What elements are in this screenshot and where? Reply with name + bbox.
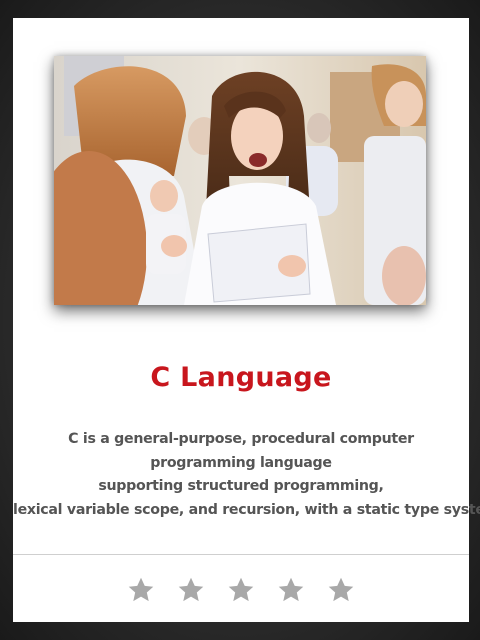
card-divider	[13, 554, 469, 555]
star-icon[interactable]	[277, 576, 305, 604]
description-line: C is a general-purpose, procedural compu…	[68, 431, 414, 447]
description-line: supporting structured programming,	[98, 478, 384, 494]
card-title: C Language	[150, 362, 332, 393]
card-description: C is a general-purpose, procedural compu…	[13, 428, 480, 522]
star-icon[interactable]	[327, 576, 355, 604]
star-icon[interactable]	[127, 576, 155, 604]
card-photo	[54, 56, 426, 305]
description-line: programming language	[150, 454, 332, 471]
star-rating	[13, 570, 469, 610]
star-icon[interactable]	[177, 576, 205, 604]
star-icon[interactable]	[227, 576, 255, 604]
course-card: C Language C is a general-purpose, proce…	[13, 18, 480, 622]
description-line: lexical variable scope, and recursion, w…	[13, 501, 480, 518]
